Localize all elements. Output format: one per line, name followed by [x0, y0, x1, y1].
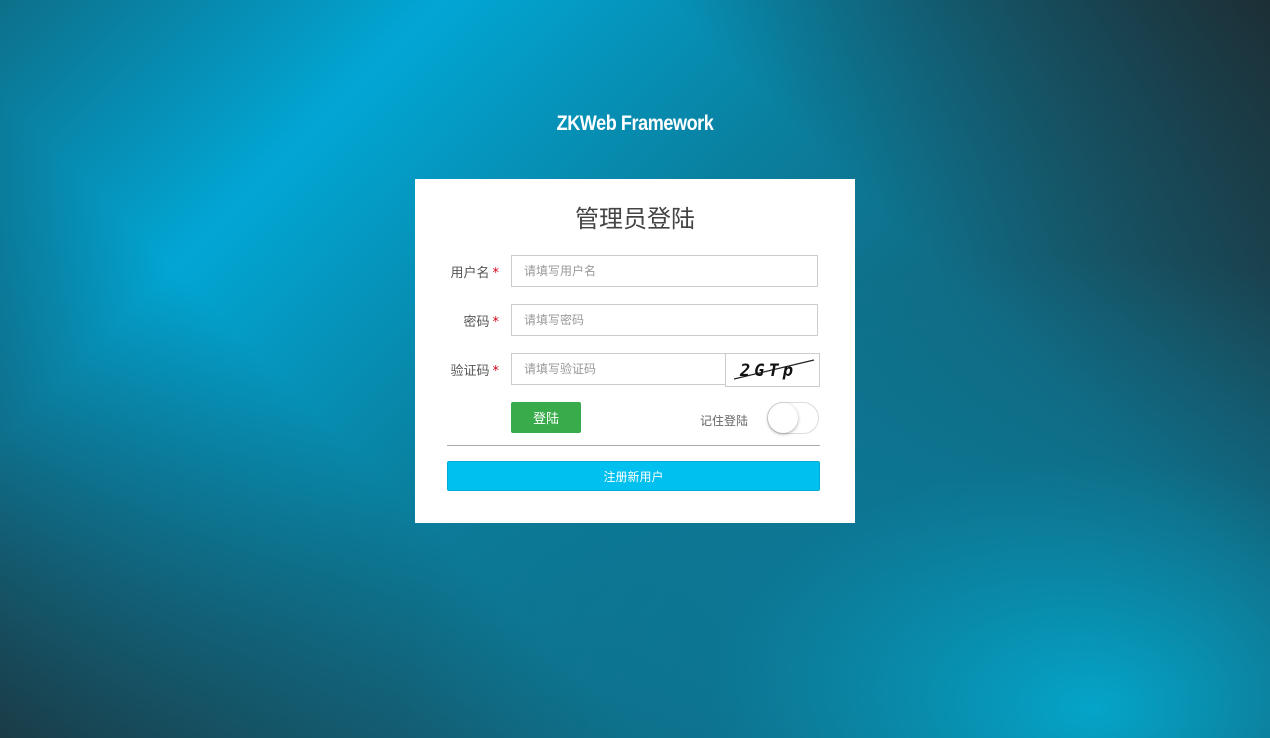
- required-mark: *: [492, 266, 500, 281]
- captcha-input[interactable]: [512, 354, 725, 384]
- divider: [447, 445, 820, 446]
- login-panel: 管理员登陆 用户名* 密码* 验证码* 2GTp 登陆 记住登陆 注册新用户: [415, 179, 855, 523]
- captcha-image[interactable]: 2GTp: [725, 353, 820, 387]
- captcha-label: 验证码 *: [450, 360, 499, 379]
- captcha-image-text: 2GTp: [739, 361, 797, 381]
- username-label: 用户名 *: [450, 262, 499, 281]
- required-mark: *: [492, 364, 500, 379]
- brand-title: ZKWeb Framework: [556, 112, 714, 135]
- password-input[interactable]: [512, 305, 817, 335]
- captcha-image-graphic: 2GTp: [733, 359, 815, 381]
- username-label-text: 用户名: [450, 266, 490, 281]
- remember-toggle[interactable]: [767, 402, 819, 434]
- register-button[interactable]: 注册新用户: [447, 461, 820, 491]
- password-field-wrapper: [511, 304, 818, 336]
- toggle-knob: [768, 403, 798, 433]
- username-input[interactable]: [512, 256, 817, 286]
- captcha-label-text: 验证码: [450, 364, 490, 379]
- captcha-field-wrapper: [511, 353, 726, 385]
- username-field-wrapper: [511, 255, 818, 287]
- remember-label: 记住登陆: [700, 414, 749, 428]
- password-label-text: 密码: [463, 315, 490, 330]
- required-mark: *: [492, 315, 500, 330]
- login-button[interactable]: 登陆: [511, 402, 581, 433]
- panel-title: 管理员登陆: [575, 205, 695, 233]
- password-label: 密码 *: [463, 311, 499, 330]
